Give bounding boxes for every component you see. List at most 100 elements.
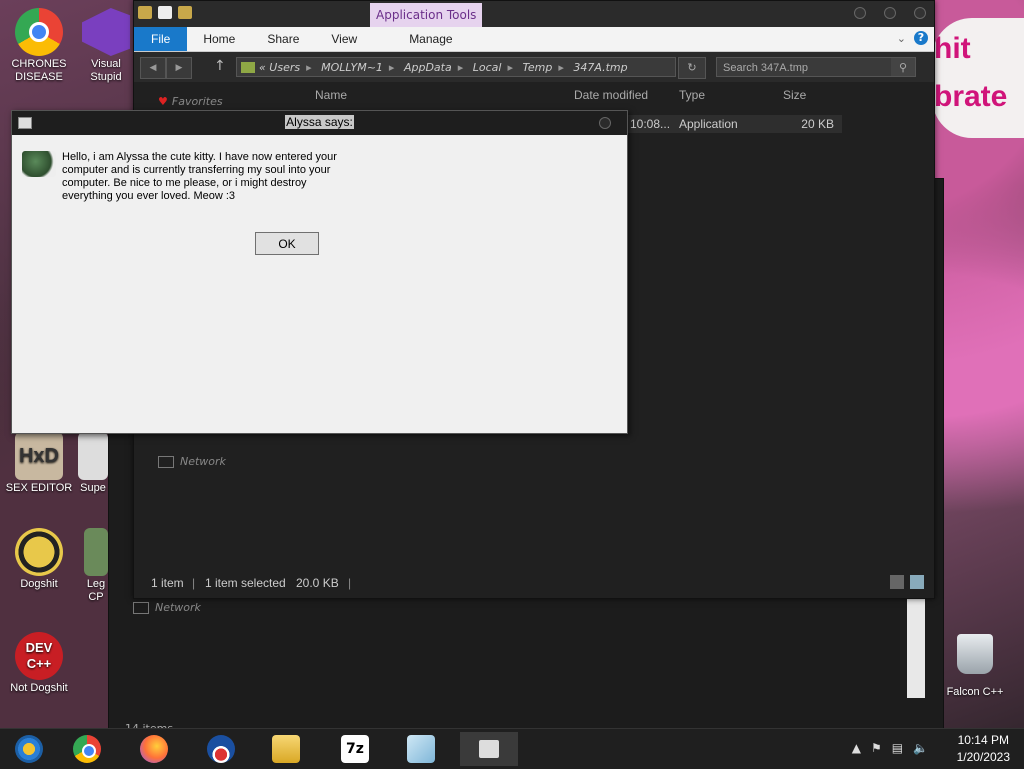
volume-icon[interactable]: 🔈 bbox=[913, 741, 928, 755]
window-controls bbox=[854, 7, 926, 19]
desktop-icon-label: Visual Stupid bbox=[90, 58, 122, 83]
details-view-icon[interactable] bbox=[890, 575, 904, 589]
refresh-button[interactable]: ↻ bbox=[678, 57, 706, 79]
nav-network[interactable]: Network bbox=[158, 455, 226, 468]
explorer-titlebar[interactable]: Application Tools bbox=[134, 1, 934, 27]
search-placeholder: Search 347A.tmp bbox=[723, 62, 808, 74]
wallpaper-text: hit bbox=[934, 32, 971, 65]
network-icon bbox=[133, 602, 149, 614]
app-icon bbox=[78, 432, 108, 480]
desktop-icon-supe[interactable]: Supe bbox=[78, 432, 108, 495]
forward-button[interactable]: ▶ bbox=[166, 57, 192, 79]
window-icon bbox=[479, 740, 499, 758]
properties-icon[interactable] bbox=[158, 6, 172, 19]
maximize-button[interactable] bbox=[884, 7, 896, 19]
breadcrumb-item[interactable]: Users bbox=[269, 61, 300, 74]
file-explorer-icon bbox=[272, 735, 300, 763]
close-button[interactable] bbox=[914, 7, 926, 19]
taskbar-firefox[interactable] bbox=[125, 732, 183, 766]
desktop-icon-label: Supe bbox=[80, 482, 106, 494]
taskbar: 7z ▲ ⚑ ▤ 🔈 10:14 PM 1/20/2023 bbox=[0, 728, 1024, 769]
close-button[interactable] bbox=[599, 117, 611, 129]
chevron-down-icon[interactable]: ⌄ bbox=[897, 32, 906, 45]
tab-share[interactable]: Share bbox=[251, 27, 315, 51]
taskbar-chrome[interactable] bbox=[58, 732, 116, 766]
folder-icon bbox=[241, 62, 255, 73]
nav-network-behind[interactable]: Network bbox=[133, 601, 201, 614]
search-icon[interactable]: ⚲ bbox=[891, 58, 915, 76]
obama-icon bbox=[207, 735, 235, 763]
desktop-icon-visual-stupid[interactable]: Visual Stupid bbox=[78, 8, 134, 84]
breadcrumb-item[interactable]: MOLLYM~1 bbox=[321, 61, 383, 74]
taskbar-7zip[interactable]: 7z bbox=[326, 732, 384, 766]
chevron-up-icon[interactable]: ▲ bbox=[852, 741, 861, 755]
taskbar-file-explorer[interactable] bbox=[257, 732, 315, 766]
taskbar-notepad[interactable] bbox=[392, 732, 450, 766]
start-button[interactable] bbox=[0, 732, 58, 766]
context-tab-application-tools[interactable]: Application Tools bbox=[370, 3, 483, 27]
desktop-icon-sex-editor[interactable]: HxD SEX EDITOR bbox=[0, 432, 78, 495]
breadcrumb-item[interactable]: AppData bbox=[404, 61, 452, 74]
tab-home[interactable]: Home bbox=[187, 27, 251, 51]
minimize-button[interactable] bbox=[854, 7, 866, 19]
heart-icon: ♥ bbox=[158, 95, 168, 108]
desktop-icon-label: Leg CP bbox=[86, 578, 106, 603]
column-date[interactable]: Date modified bbox=[574, 88, 648, 102]
tab-manage[interactable]: Manage bbox=[393, 27, 468, 51]
status-count: 1 item bbox=[151, 576, 184, 590]
desktop-icon-not-dogshit[interactable]: DEV C++ Not Dogshit bbox=[0, 632, 78, 695]
file-size: 20 KB bbox=[801, 117, 834, 131]
help-icon[interactable]: ? bbox=[914, 31, 928, 45]
hxd-icon: HxD bbox=[15, 432, 63, 480]
dialog-titlebar[interactable]: Alyssa says: bbox=[12, 111, 627, 135]
recycle-bin-icon bbox=[957, 634, 993, 674]
folder-icon[interactable] bbox=[138, 6, 152, 19]
address-bar[interactable]: « Users ▸ MOLLYM~1 ▸ AppData ▸ Local ▸ Temp ▸… bbox=[236, 57, 676, 77]
visual-studio-icon bbox=[82, 8, 130, 56]
address-bar-row: ◀ ▶ ↑ « Users ▸ MOLLYM~1 ▸ AppData ▸ Local ▸… bbox=[134, 52, 934, 82]
ribbon-right: ⌄ ? bbox=[897, 31, 928, 45]
start-orb-icon bbox=[15, 735, 43, 763]
status-selected: 1 item selected bbox=[205, 576, 286, 590]
wallpaper-sign: hit brate bbox=[932, 18, 1024, 138]
search-input[interactable]: Search 347A.tmp ⚲ bbox=[716, 57, 916, 77]
desktop-icon-label: Not Dogshit bbox=[10, 682, 68, 694]
breadcrumb-prefix: « bbox=[259, 61, 266, 74]
flag-icon[interactable]: ⚑ bbox=[871, 741, 882, 755]
up-arrow-icon[interactable]: ↑ bbox=[214, 58, 226, 74]
file-date: 10:08... bbox=[630, 117, 671, 131]
ribbon: File Home Share View Manage ⌄ ? bbox=[134, 27, 934, 52]
clock-time: 10:14 PM bbox=[957, 733, 1009, 747]
column-size[interactable]: Size bbox=[783, 88, 806, 102]
large-icons-view-icon[interactable] bbox=[910, 575, 924, 589]
clock-date: 1/20/2023 bbox=[956, 750, 1010, 764]
status-size: 20.0 KB bbox=[296, 576, 339, 590]
desktop-icon-label: SEX EDITOR bbox=[5, 482, 73, 494]
clock[interactable]: 10:14 PM 1/20/2023 bbox=[957, 732, 1010, 766]
desktop-icon-chrones[interactable]: CHRONES DISEASE bbox=[0, 8, 78, 84]
wallpaper-text: brate bbox=[934, 80, 1008, 113]
tab-view[interactable]: View bbox=[315, 27, 373, 51]
breadcrumb-item[interactable]: Temp bbox=[522, 61, 552, 74]
taskbar-obama[interactable] bbox=[192, 732, 250, 766]
nav-label: Network bbox=[155, 601, 201, 614]
breadcrumb-item[interactable]: Local bbox=[473, 61, 502, 74]
file-row[interactable]: 10:08... Application 20 KB bbox=[624, 115, 842, 133]
taskbar-window[interactable] bbox=[460, 732, 518, 766]
column-type[interactable]: Type bbox=[679, 88, 705, 102]
ok-button[interactable]: OK bbox=[255, 232, 319, 255]
firefox-icon bbox=[140, 735, 168, 763]
new-folder-icon[interactable] bbox=[178, 6, 192, 19]
column-name[interactable]: Name bbox=[315, 88, 347, 102]
system-tray: ▲ ⚑ ▤ 🔈 bbox=[852, 741, 928, 755]
desktop-icon-leg[interactable]: Leg CP bbox=[84, 528, 108, 604]
back-button[interactable]: ◀ bbox=[140, 57, 166, 79]
message-dialog: Alyssa says: Hello, i am Alyssa the cute… bbox=[11, 110, 628, 434]
tab-file[interactable]: File bbox=[134, 27, 188, 51]
network-icon[interactable]: ▤ bbox=[892, 741, 903, 755]
breadcrumb-item[interactable]: 347A.tmp bbox=[573, 61, 627, 74]
nav-favorites[interactable]: ♥ Favorites bbox=[158, 95, 223, 108]
desktop-icon-dogshit[interactable]: Dogshit bbox=[0, 528, 78, 591]
desktop-icon-falcon[interactable]: Falcon C++ bbox=[936, 634, 1014, 699]
status-bar: 1 item | 1 item selected 20.0 KB | bbox=[134, 570, 934, 598]
